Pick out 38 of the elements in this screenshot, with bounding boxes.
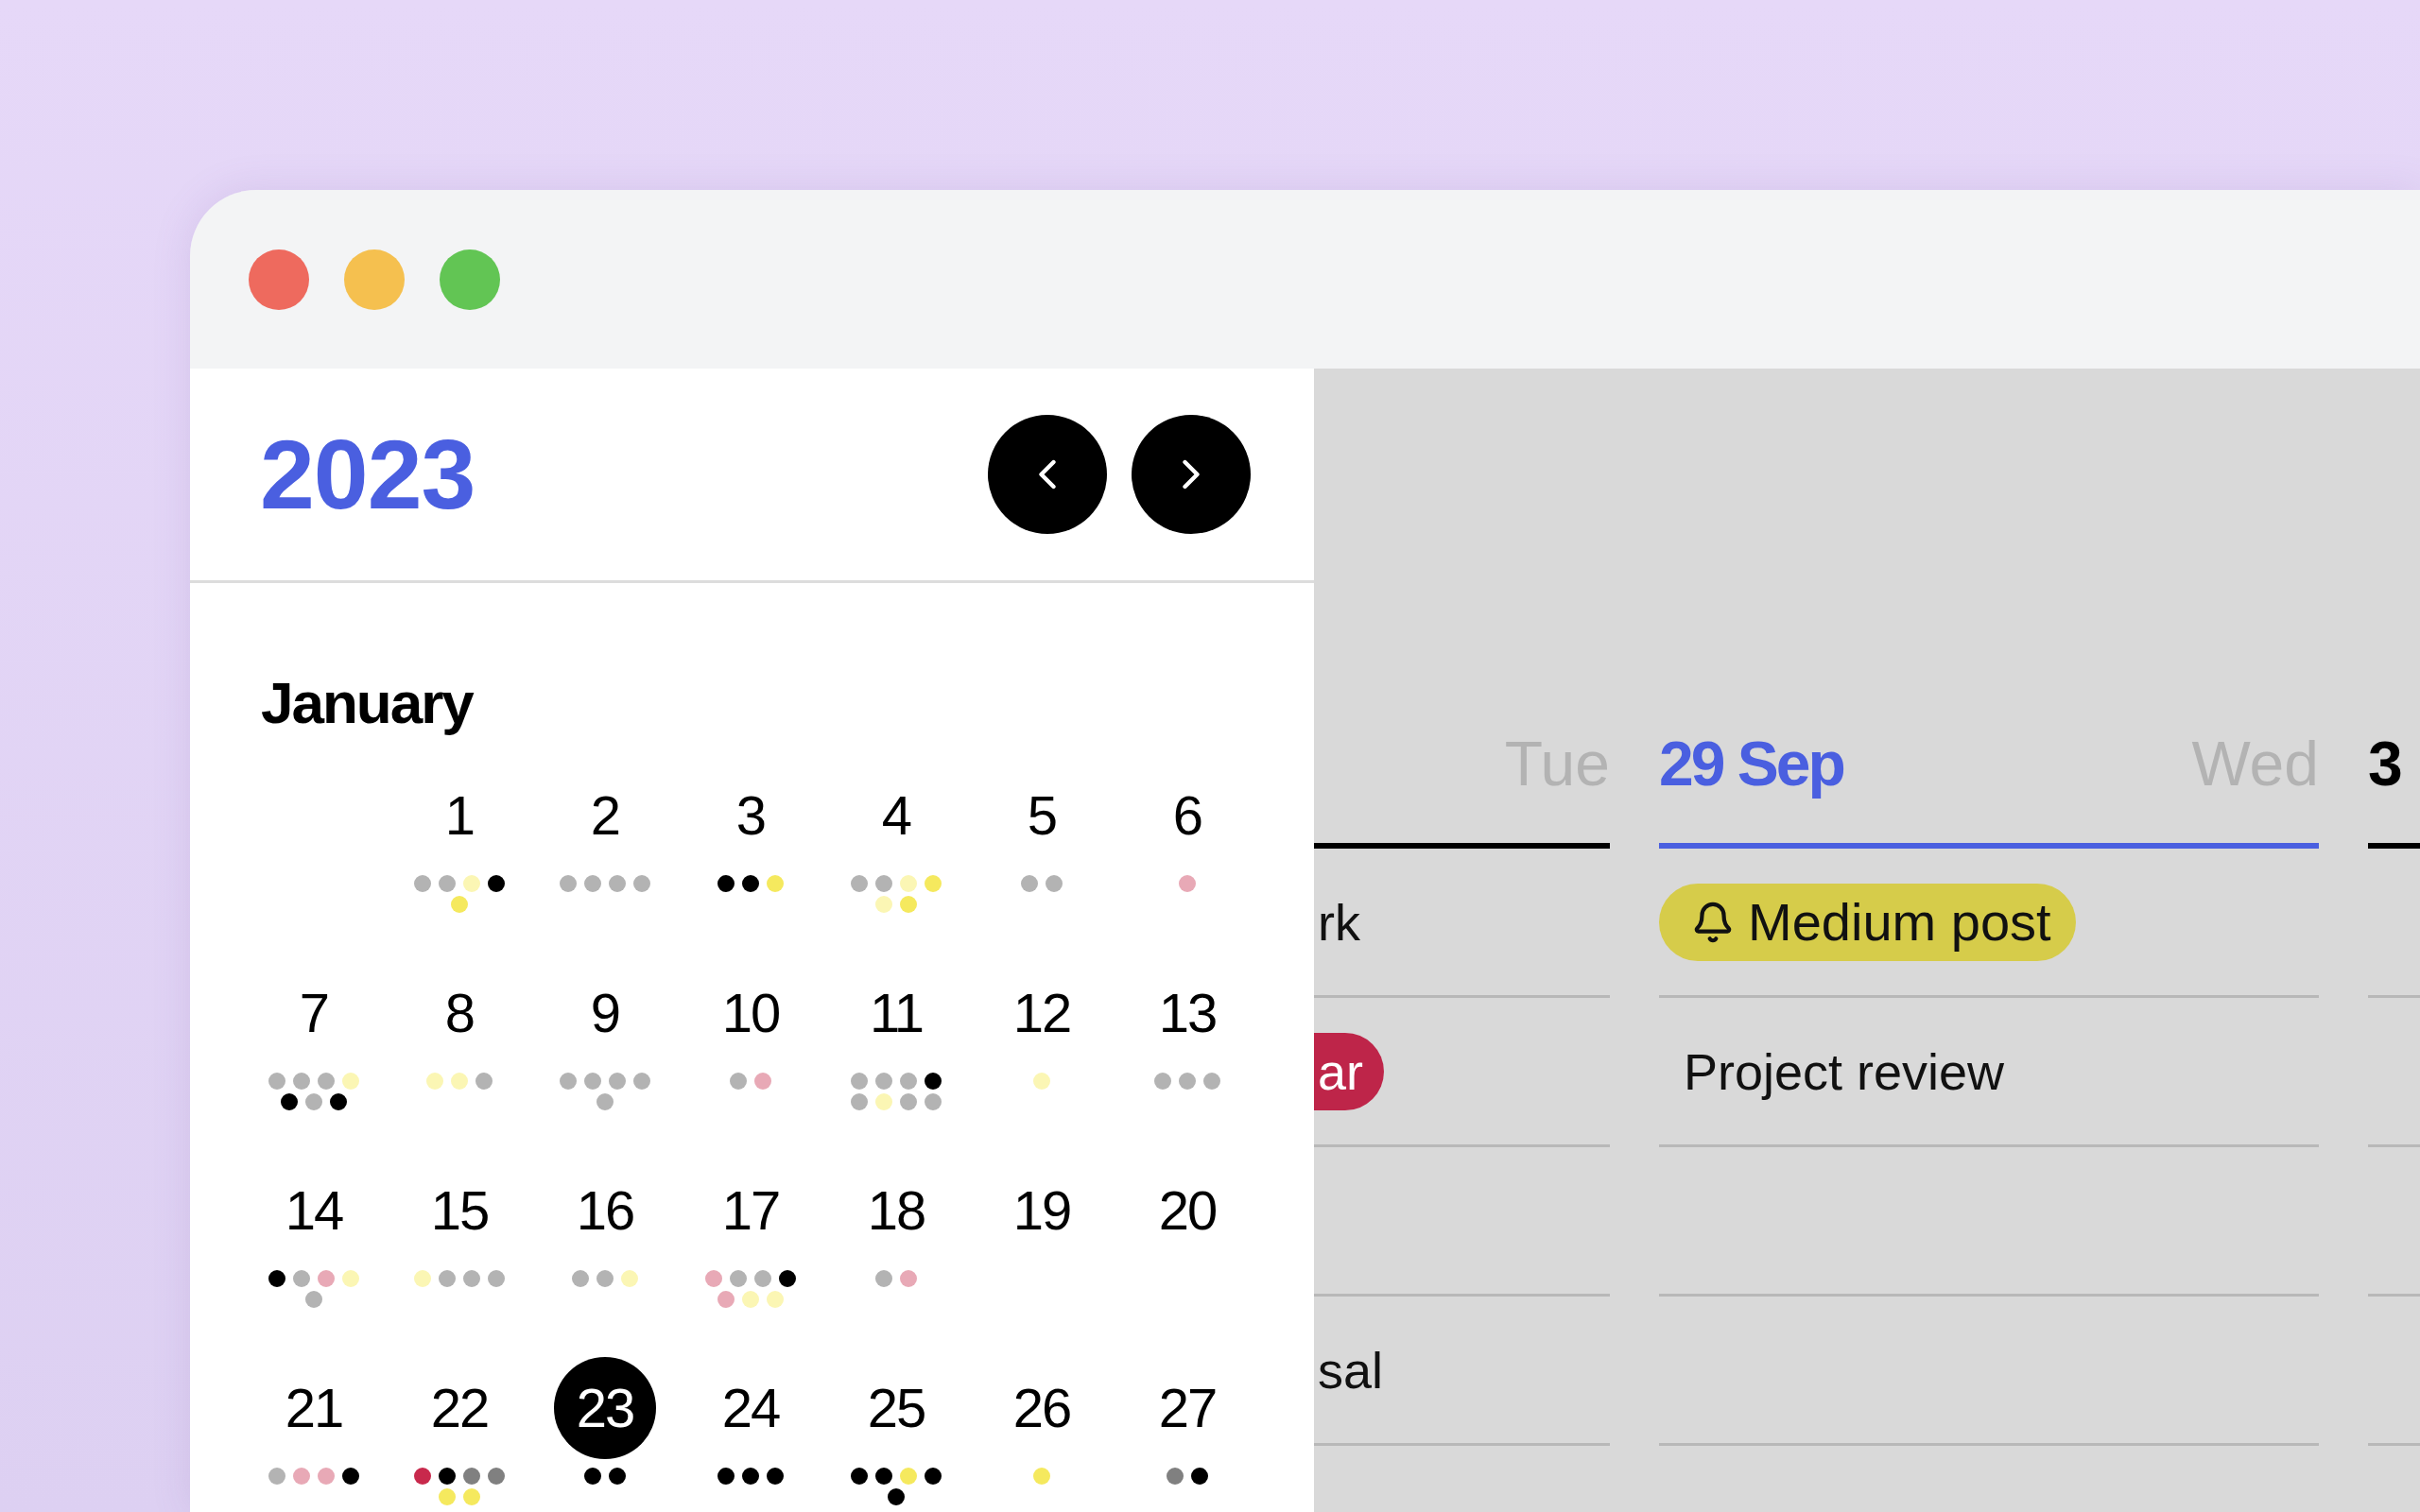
- event-tag[interactable]: ar: [1314, 1032, 1384, 1110]
- day-number[interactable]: 9: [554, 962, 656, 1064]
- day-number[interactable]: 20: [1136, 1160, 1238, 1262]
- day-number[interactable]: 4: [845, 765, 947, 867]
- month-title: January: [261, 670, 475, 736]
- event-title[interactable]: rk: [1314, 892, 1360, 952]
- day-number[interactable]: 19: [991, 1160, 1093, 1262]
- day-number[interactable]: 13: [1136, 962, 1238, 1064]
- day-number[interactable]: 16: [554, 1160, 656, 1262]
- day-number[interactable]: 22: [408, 1357, 510, 1459]
- day-number[interactable]: 24: [700, 1357, 802, 1459]
- event-title[interactable]: sal: [1314, 1340, 1384, 1400]
- day-number[interactable]: 1: [408, 765, 510, 867]
- event-title[interactable]: Project review: [1659, 1041, 2005, 1101]
- date-label: 3: [2368, 728, 2400, 800]
- day-number[interactable]: 14: [263, 1160, 365, 1262]
- day-number[interactable]: 27: [1136, 1357, 1238, 1459]
- day-number[interactable]: 8: [408, 962, 510, 1064]
- reminder-tag[interactable]: Medium post: [1659, 883, 2076, 961]
- day-number[interactable]: 18: [845, 1160, 947, 1262]
- day-number[interactable]: 15: [408, 1160, 510, 1262]
- day-number[interactable]: 3: [700, 765, 802, 867]
- day-number[interactable]: 5: [991, 765, 1093, 867]
- day-number[interactable]: 10: [700, 962, 802, 1064]
- reminder-title: Medium post: [1748, 891, 2051, 953]
- day-number[interactable]: 2: [554, 765, 656, 867]
- day-number[interactable]: 23: [554, 1357, 656, 1459]
- day-number[interactable]: 11: [845, 962, 947, 1064]
- day-number[interactable]: 12: [991, 962, 1093, 1064]
- day-number[interactable]: 26: [991, 1357, 1093, 1459]
- year-title: 2023: [260, 418, 475, 531]
- day-number[interactable]: 17: [700, 1160, 802, 1262]
- day-number[interactable]: 7: [263, 962, 365, 1064]
- date-label: 29 Sep: [1659, 728, 1843, 800]
- day-number[interactable]: 6: [1136, 765, 1238, 867]
- day-number[interactable]: 25: [845, 1357, 947, 1459]
- day-header[interactable]: 3: [2368, 369, 2420, 849]
- day-number[interactable]: 21: [263, 1357, 365, 1459]
